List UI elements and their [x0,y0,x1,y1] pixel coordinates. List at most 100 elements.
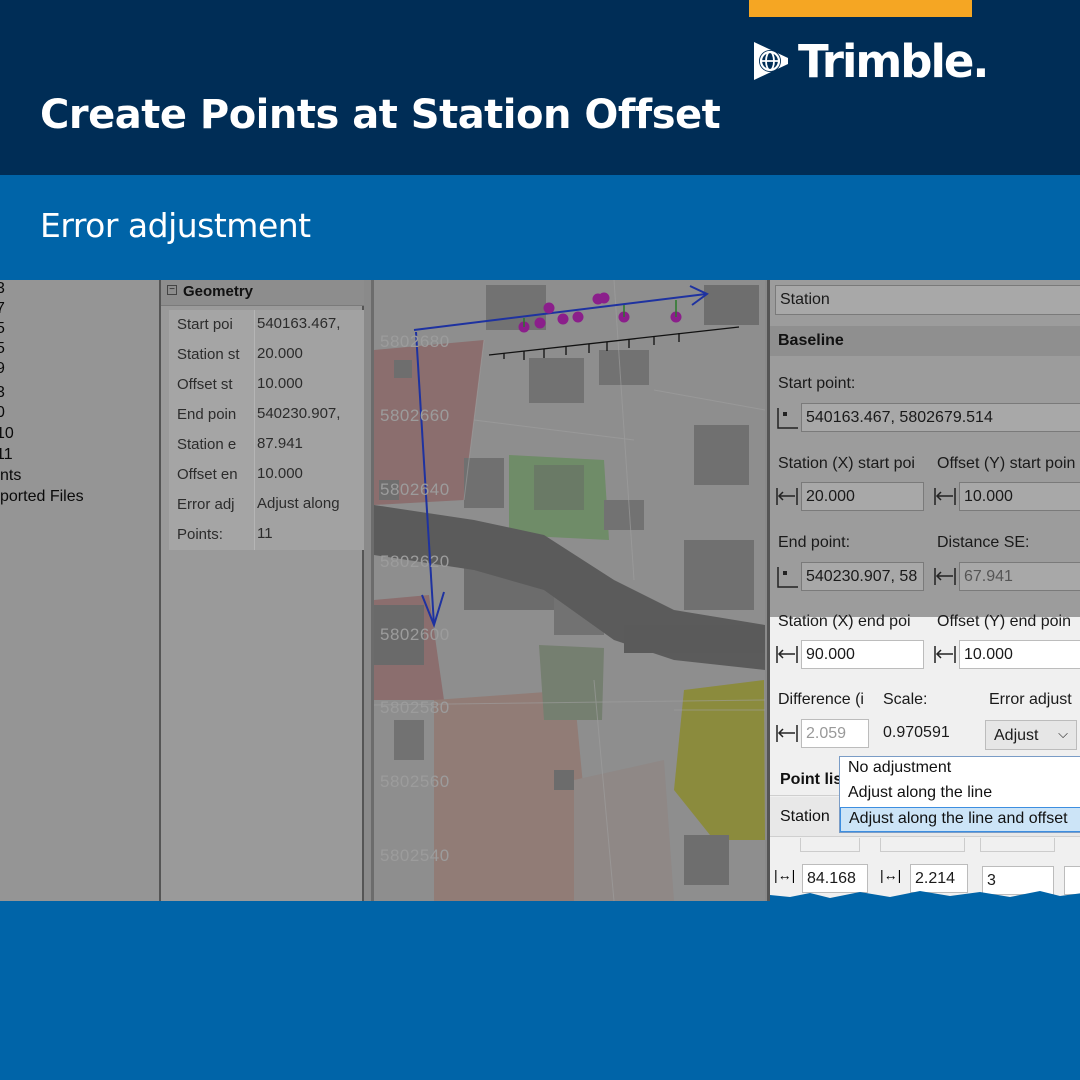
geometry-section-label: Geometry [183,283,254,300]
map-view[interactable]: 5802680 5802660 5802640 5802620 5802600 … [371,280,765,901]
map-coordinate-label: 5802600 [380,625,450,644]
map-coordinate-label: 5802540 [380,846,450,865]
property-value[interactable]: 20.000 [255,340,364,370]
tree-item[interactable]: 7 [0,300,5,318]
list-cell [980,838,1055,852]
tree-item[interactable]: 9 [0,360,5,378]
map-coordinate-label: 5802580 [380,698,450,717]
chevron-down-icon: ⌵ [1058,726,1068,741]
property-name: Start poi [169,310,255,340]
tree-item[interactable]: 3 [0,384,5,402]
station-start-field[interactable]: 20.000 [801,482,924,511]
property-row[interactable]: Offset st 10.000 [169,370,364,400]
property-row[interactable]: Points: 11 [169,520,364,550]
pick-point-icon[interactable] [774,562,800,591]
list-cell [800,838,860,852]
property-value[interactable]: 540230.907, [255,400,364,430]
measure-distance-icon[interactable] [932,640,958,669]
property-value[interactable]: 540163.467, [255,310,364,340]
bottom-band [0,901,1080,1080]
measure-distance-icon[interactable] [774,482,800,511]
property-name: Offset st [169,370,255,400]
difference-label: Difference (i [778,691,864,708]
error-adjust-select[interactable]: Adjust ⌵ [985,720,1077,750]
property-value[interactable]: Adjust along [255,490,364,520]
trimble-logo: Trimble. [748,34,990,88]
property-row[interactable]: Start poi 540163.467, [169,310,364,340]
distance-label: Distance SE: [937,534,1030,551]
collapse-icon[interactable]: − [167,285,177,295]
property-value[interactable]: 10.000 [255,460,364,490]
tree-item-imported-files[interactable]: ported Files [0,488,84,506]
tree-item[interactable]: 11 [0,446,13,464]
end-point-label: End point: [778,534,851,551]
measure-distance-icon[interactable] [774,640,800,669]
list-cell [880,838,965,852]
map-coordinate-label: 5802560 [380,772,450,791]
torn-edge [770,891,1080,901]
map-canvas[interactable] [374,280,765,901]
offset-end-label: Offset (Y) end poin [937,613,1071,630]
property-name: Station e [169,430,255,460]
end-point-field[interactable]: 540230.907, 58 [801,562,924,591]
dropdown-option[interactable]: No adjustment [840,757,1080,782]
start-point-field[interactable]: 540163.467, 5802679.514 [801,403,1080,432]
globe-logo-icon [754,42,788,80]
measure-distance-icon: |↔| [880,867,902,883]
property-value[interactable]: 10.000 [255,370,364,400]
page-title: Create Points at Station Offset [40,92,721,138]
distance-field: 67.941 [959,562,1080,591]
properties-panel: − Geometry Start poi 540163.467, Station… [161,280,364,901]
map-coordinate-label: 5802620 [380,552,450,571]
property-name: Station st [169,340,255,370]
station-offset-dialog: Station Baseline Start point: 540163.467… [767,280,1080,901]
measure-distance-icon[interactable] [932,482,958,511]
tree-item[interactable]: 5 [0,340,5,358]
offset-end-field[interactable]: 10.000 [959,640,1080,669]
project-tree: 3 7 5 5 9 3 0 10 11 nts ported Files [0,280,161,901]
measure-distance-icon: |↔| [774,867,796,883]
error-adjust-dropdown-list: No adjustment Adjust along the line Adju… [839,756,1080,833]
property-row[interactable]: End poin 540230.907, [169,400,364,430]
baseline-section-header: Baseline [770,326,1080,356]
error-adjust-value: Adjust [994,727,1039,744]
scale-value: 0.970591 [883,724,950,741]
property-row[interactable]: Error adj Adjust along [169,490,364,520]
property-name: Error adj [169,490,255,520]
property-row[interactable]: Offset en 10.000 [169,460,364,490]
baseline-section-label: Baseline [778,332,844,349]
point-list-label: Point lis [780,771,843,788]
station-column-header[interactable]: Station [780,808,830,826]
dropdown-option[interactable]: Adjust along the line [840,782,1080,807]
property-value[interactable]: 11 [255,520,364,550]
tree-item[interactable]: nts [0,467,21,485]
accent-bar [749,0,972,17]
station-start-label: Station (X) start poi [778,455,915,472]
offset-start-field[interactable]: 10.000 [959,482,1080,511]
property-name: Offset en [169,460,255,490]
dropdown-option-selected[interactable]: Adjust along the line and offset [840,807,1080,832]
property-row[interactable]: Station st 20.000 [169,340,364,370]
scale-label: Scale: [883,691,928,708]
page-subtitle: Error adjustment [40,206,311,245]
difference-field: 2.059 [801,719,869,748]
property-value[interactable]: 87.941 [255,430,364,460]
map-coordinate-label: 5802660 [380,406,450,425]
property-name: End poin [169,400,255,430]
measure-distance-icon [776,725,798,742]
property-name: Points: [169,520,255,550]
property-row[interactable]: Station e 87.941 [169,430,364,460]
station-end-field[interactable]: 90.000 [801,640,924,669]
tree-item[interactable]: 3 [0,280,5,298]
error-adjust-label: Error adjust [989,691,1072,708]
method-select[interactable]: Station [775,285,1080,315]
tree-item[interactable]: 10 [0,425,14,443]
measure-distance-icon [934,568,956,585]
map-coordinate-label: 5802680 [380,332,450,351]
logo-text: Trimble. [798,34,990,88]
app-screenshot: 3 7 5 5 9 3 0 10 11 nts ported Files − G… [0,280,1080,901]
geometry-section-header[interactable]: − Geometry [161,280,364,306]
tree-item[interactable]: 0 [0,404,5,422]
pick-point-icon[interactable] [774,403,800,432]
tree-item[interactable]: 5 [0,320,5,338]
